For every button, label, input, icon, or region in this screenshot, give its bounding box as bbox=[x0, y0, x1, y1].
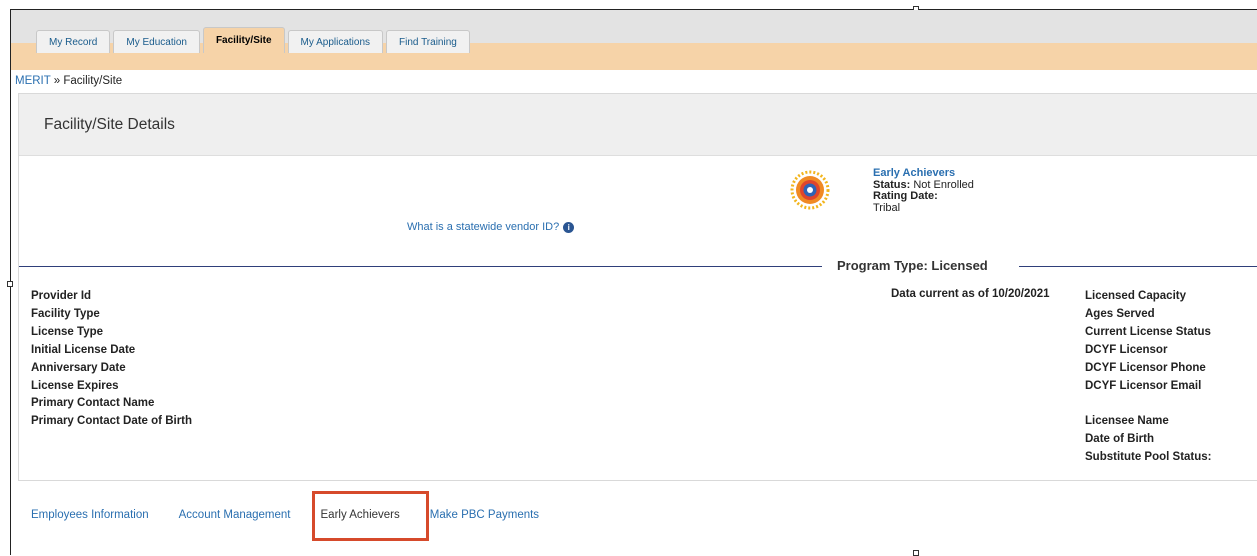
top-nav-bar: My Record My Education Facility/Site My … bbox=[11, 10, 1257, 70]
rating-date-label: Rating Date: bbox=[873, 190, 938, 202]
program-type-heading: Program Type: Licensed bbox=[837, 258, 988, 273]
field-dcyf-licensor-email: DCYF Licensor Email bbox=[1085, 379, 1202, 392]
field-license-type: License Type bbox=[31, 325, 104, 338]
field-initial-license-date: Initial License Date bbox=[31, 343, 136, 356]
field-dcyf-licensor-phone: DCYF Licensor Phone bbox=[1085, 361, 1206, 374]
status-label: Status: bbox=[873, 178, 911, 191]
tab-facility-site[interactable]: Facility/Site bbox=[202, 27, 285, 53]
tab-my-record[interactable]: My Record bbox=[36, 30, 111, 53]
vendor-id-help-text[interactable]: What is a statewide vendor ID? bbox=[407, 221, 559, 233]
field-anniversary-date: Anniversary Date bbox=[31, 361, 126, 374]
field-ages-served: Ages Served bbox=[1085, 307, 1155, 320]
facility-field-labels: Provider Id Facility Type License Type I… bbox=[31, 288, 192, 431]
field-licensee-name: Licensee Name bbox=[1085, 415, 1169, 428]
data-current-as-of: Data current as of 10/20/2021 bbox=[891, 288, 1050, 300]
resize-handle-left[interactable] bbox=[7, 281, 13, 287]
tribal-label: Tribal bbox=[873, 201, 901, 214]
rating-date: Rating Date: bbox=[873, 190, 974, 203]
main-tabs: My Record My Education Facility/Site My … bbox=[36, 20, 473, 53]
field-facility-type: Facility Type bbox=[31, 307, 100, 320]
breadcrumb-current: Facility/Site bbox=[63, 75, 123, 87]
vendor-id-help-link[interactable]: What is a statewide vendor ID? i bbox=[407, 221, 575, 233]
highlight-annotation-box bbox=[312, 491, 429, 541]
section-divider-left bbox=[19, 266, 822, 267]
section-divider-right bbox=[1019, 266, 1257, 267]
status-value: Not Enrolled bbox=[910, 178, 974, 191]
field-dcyf-licensor: DCYF Licensor bbox=[1085, 343, 1168, 356]
panel-title: Facility/Site Details bbox=[19, 94, 1257, 156]
early-achievers-badge-icon bbox=[790, 170, 830, 210]
info-icon[interactable]: i bbox=[563, 221, 575, 233]
link-account-management[interactable]: Account Management bbox=[179, 509, 291, 521]
breadcrumb-separator: » bbox=[50, 75, 64, 87]
field-date-of-birth: Date of Birth bbox=[1085, 433, 1154, 446]
field-license-expires: License Expires bbox=[31, 379, 119, 392]
sub-navigation: Employees Information Account Management… bbox=[31, 509, 539, 521]
resize-handle-bottom[interactable] bbox=[913, 550, 919, 556]
breadcrumb: MERIT » Facility/Site bbox=[15, 75, 122, 87]
field-primary-contact-dob: Primary Contact Date of Birth bbox=[31, 415, 193, 428]
tab-my-education[interactable]: My Education bbox=[113, 30, 200, 53]
link-make-pbc-payments[interactable]: Make PBC Payments bbox=[430, 509, 539, 521]
facility-details-panel: Facility/Site Details What is a statewid… bbox=[18, 93, 1257, 481]
field-substitute-pool-status: Substitute Pool Status: bbox=[1085, 451, 1212, 464]
field-primary-contact-name: Primary Contact Name bbox=[31, 397, 155, 410]
license-field-labels: Licensed Capacity Ages Served Current Li… bbox=[1085, 288, 1212, 467]
tab-find-training[interactable]: Find Training bbox=[386, 30, 470, 53]
field-licensed-capacity: Licensed Capacity bbox=[1085, 290, 1186, 302]
field-current-license-status: Current License Status bbox=[1085, 325, 1211, 338]
breadcrumb-root-link[interactable]: MERIT bbox=[15, 75, 51, 87]
tab-my-applications[interactable]: My Applications bbox=[287, 30, 384, 53]
link-employees-information[interactable]: Employees Information bbox=[31, 509, 149, 521]
field-spacer bbox=[1085, 395, 1212, 413]
early-achievers-status-block: Early Achievers Status: Not Enrolled Rat… bbox=[873, 167, 974, 214]
field-provider-id: Provider Id bbox=[31, 290, 92, 302]
